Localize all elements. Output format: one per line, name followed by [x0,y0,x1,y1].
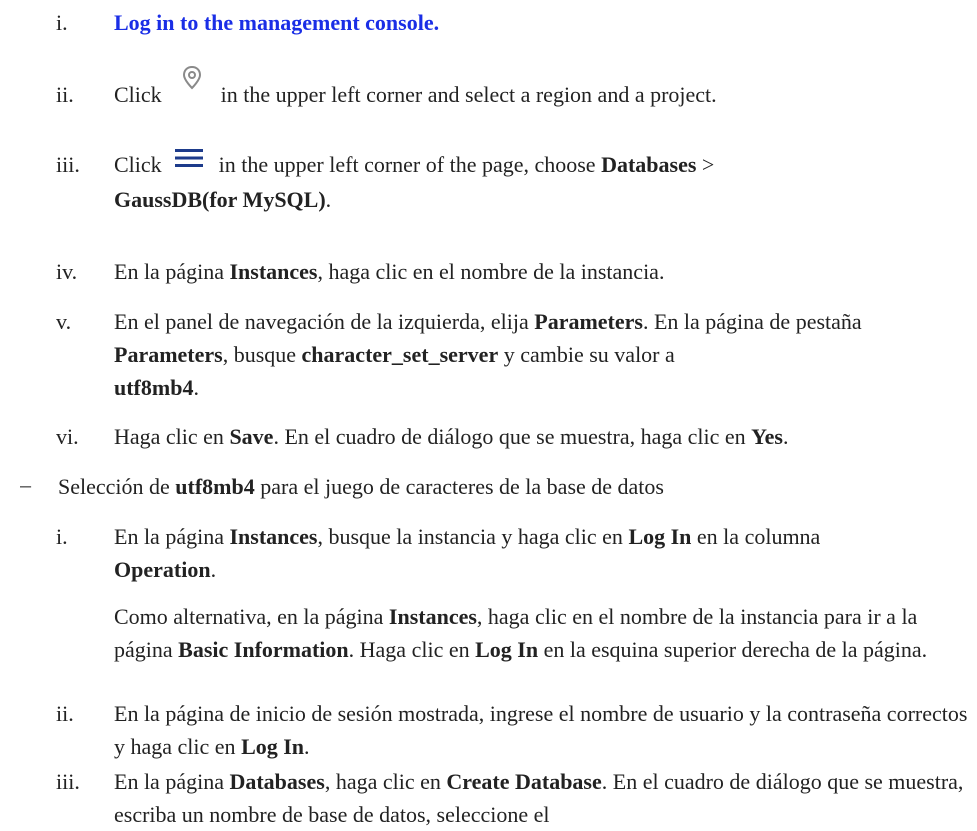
save-term: Save [229,424,274,449]
bullet-text: para el juego de caracteres de la base d… [260,474,664,499]
step-number: iii. [56,152,80,177]
step-text: . [193,375,199,400]
utf8mb4-term: utf8mb4 [175,474,255,499]
databases-term: Databases [229,769,325,794]
basic-information-term: Basic Information [178,637,349,662]
step-text: . En el cuadro de diálogo que se muestra… [273,424,746,449]
instances-term: Instances [229,259,318,284]
step-number: vi. [56,424,79,449]
hamburger-menu-icon [175,144,204,177]
step-text: . [304,734,310,759]
step-text: . En la página de pestaña [642,309,862,334]
bullet-dash: – [20,475,32,497]
yes-term: Yes [751,424,783,449]
parameters-tab-term: Parameters [114,342,223,367]
separator: > [701,152,715,177]
management-console-link[interactable]: Log in to the management console. [114,10,439,35]
menu-databases: Databases [601,152,697,177]
create-database-term: Create Database [446,769,602,794]
character-set-server-term: character_set_server [301,342,499,367]
step-number: ii. [56,701,74,726]
step-text: . [325,187,332,213]
log-in-term: Log In [475,637,539,662]
instances-term: Instances [388,604,477,629]
bullet-text: Selección de [58,474,170,499]
step-number: iii. [56,769,80,794]
step-text: En la página [114,769,224,794]
step-text: En el panel de navegación de la izquierd… [114,309,529,334]
step-text: , busque la instancia y haga clic en [317,524,623,549]
step-text: En la página [114,524,224,549]
step-text: en la esquina superior derecha de la pág… [543,637,928,662]
location-pin-icon [181,65,203,100]
step-number: i. [56,10,68,35]
step-text: , haga clic en el nombre de la instancia… [317,259,665,284]
step-text: y cambie su valor a [503,342,675,367]
instances-term: Instances [229,524,318,549]
step-text: Haga clic en [114,424,224,449]
step-text: , busque [222,342,297,367]
step-text: in the upper left corner of the page, ch… [218,152,596,177]
step-number: iv. [56,259,78,284]
step-text: Click [114,152,162,177]
step-text: . [210,557,217,582]
log-in-term: Log In [241,734,305,759]
step-text: En la página [114,259,224,284]
operation-term: Operation [114,557,211,582]
step-text: , haga clic en [324,769,441,794]
step-number: i. [56,524,68,549]
step-number: ii. [56,82,74,107]
step-text: in the upper left corner and select a re… [220,82,717,107]
step-text: . [782,424,789,449]
menu-gaussdb: GaussDB(for MySQL) [114,187,326,213]
parameters-term: Parameters [534,309,643,334]
step-text: Click [114,82,162,107]
step-number: v. [56,309,72,334]
utf8mb4-term: utf8mb4 [114,375,194,400]
step-text: en la columna [696,524,821,549]
step-text: Como alternativa, en la página [114,604,384,629]
log-in-term: Log In [628,524,692,549]
step-text: . Haga clic en [348,637,470,662]
